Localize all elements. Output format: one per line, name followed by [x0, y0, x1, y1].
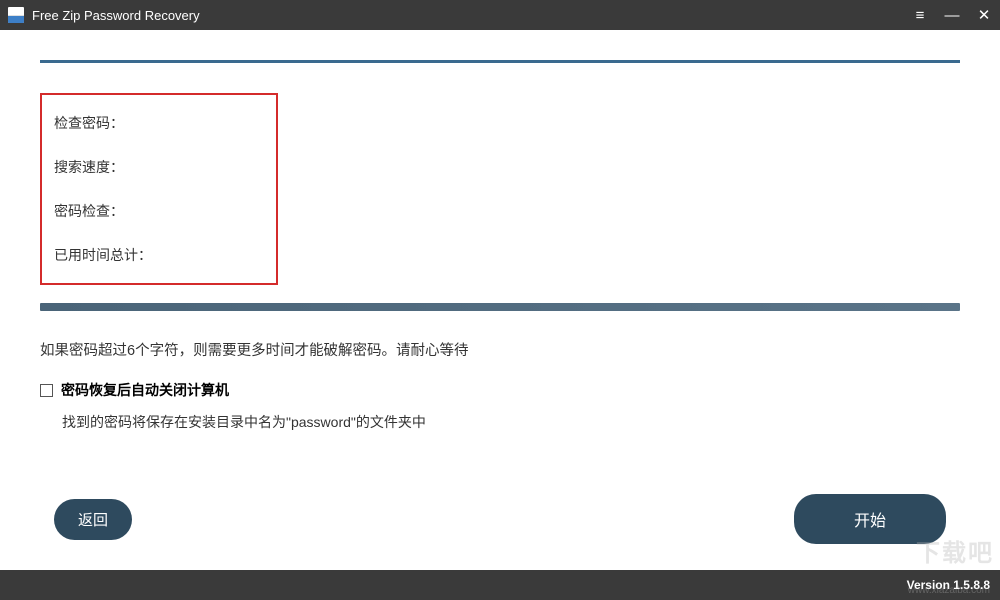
close-button[interactable]: ✕	[976, 6, 992, 24]
buttons-row: 返回 开始	[40, 494, 960, 544]
app-icon	[8, 7, 24, 23]
minimize-button[interactable]: —	[944, 7, 960, 24]
save-note: 找到的密码将保存在安装目录中名为"password"的文件夹中	[62, 412, 960, 432]
shutdown-checkbox-row: 密码恢复后自动关闭计算机	[40, 380, 960, 400]
check-password-row: 检查密码：	[54, 113, 264, 133]
titlebar: Free Zip Password Recovery ≡ — ✕	[0, 0, 1000, 30]
progress-bar	[40, 303, 960, 311]
elapsed-time-row: 已用时间总计：	[54, 245, 264, 265]
shutdown-checkbox[interactable]	[40, 384, 53, 397]
footer-bar: Version 1.5.8.8	[0, 570, 1000, 600]
version-label: Version 1.5.8.8	[907, 578, 990, 592]
status-panel: 检查密码： 搜索速度： 密码检查： 已用时间总计：	[40, 93, 278, 285]
shutdown-checkbox-label: 密码恢复后自动关闭计算机	[61, 380, 229, 400]
app-title: Free Zip Password Recovery	[32, 8, 912, 23]
password-check-row: 密码检查：	[54, 201, 264, 221]
start-button[interactable]: 开始	[794, 494, 946, 544]
main-content: 检查密码： 搜索速度： 密码检查： 已用时间总计： 如果密码超过6个字符，则需要…	[0, 30, 1000, 544]
back-button[interactable]: 返回	[54, 499, 132, 540]
search-speed-row: 搜索速度：	[54, 157, 264, 177]
titlebar-controls: ≡ — ✕	[912, 6, 992, 24]
hint-text: 如果密码超过6个字符，则需要更多时间才能破解密码。请耐心等待	[40, 339, 960, 360]
menu-icon[interactable]: ≡	[912, 7, 928, 24]
top-divider	[40, 60, 960, 63]
